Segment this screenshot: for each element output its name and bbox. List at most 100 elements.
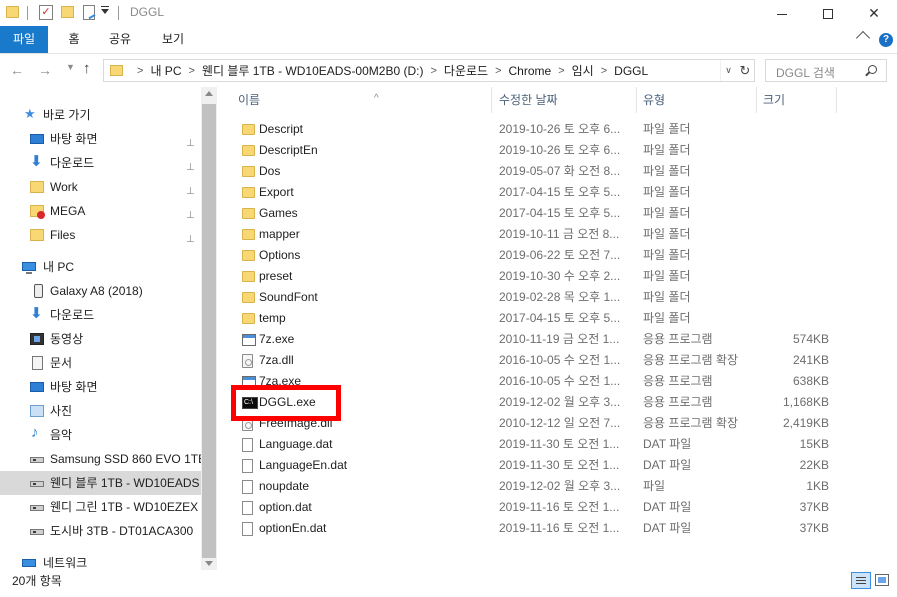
tab-share[interactable]: 공유 — [104, 26, 136, 53]
customize-toolbar-icon[interactable] — [101, 6, 109, 14]
sidebar-item-pictures[interactable]: 사진 — [0, 399, 201, 423]
sidebar-item-label: 다운로드 — [50, 308, 95, 322]
sidebar-item-network[interactable]: 네트워크 — [0, 551, 201, 570]
search-icon[interactable] — [868, 65, 877, 74]
sidebar-item-label: 음악 — [50, 428, 73, 442]
application-icon — [242, 376, 256, 388]
search-input[interactable]: DGGL 검색 — [765, 59, 887, 82]
file-row[interactable]: option.dat 2019-11-16 토 오전 1... DAT 파일 37KB — [217, 497, 897, 518]
scroll-down-icon[interactable] — [205, 561, 213, 566]
expand-ribbon-icon[interactable] — [855, 30, 871, 46]
pin-icon[interactable]: ⊥ — [186, 156, 195, 173]
file-row[interactable]: Games 2017-04-15 토 오후 5... 파일 폴더 — [217, 203, 897, 224]
sidebar-item-label: 문서 — [50, 356, 73, 370]
sidebar-item-videos[interactable]: 동영상 — [0, 327, 201, 351]
breadcrumb-downloads[interactable]: 다운로드 — [444, 62, 488, 79]
file-row[interactable]: mapper 2019-10-11 금 오전 8... 파일 폴더 — [217, 224, 897, 245]
file-row[interactable]: SoundFont 2019-02-28 목 오후 1... 파일 폴더 — [217, 287, 897, 308]
file-row[interactable]: FreeImage.dll 2010-12-12 일 오전 7... 응용 프로그램… — [217, 413, 897, 434]
file-row[interactable]: Options 2019-06-22 토 오전 7... 파일 폴더 — [217, 245, 897, 266]
minimize-button[interactable] — [759, 0, 805, 26]
refresh-button[interactable]: ↻ — [736, 60, 754, 81]
column-header-date[interactable]: 수정한 날짜 — [495, 87, 637, 113]
scroll-up-icon[interactable] — [205, 91, 213, 96]
file-row[interactable]: LanguageEn.dat 2019-11-30 토 오전 1... DAT 파일… — [217, 455, 897, 476]
sidebar-scrollbar[interactable] — [201, 87, 217, 570]
forward-button[interactable]: → — [38, 61, 52, 79]
rename-icon[interactable] — [83, 5, 95, 20]
file-size: 638KB — [792, 374, 829, 388]
new-folder-icon[interactable] — [61, 6, 74, 18]
breadcrumb-drive-d[interactable]: 웬디 블루 1TB - WD10EADS-00M2B0 (D:) — [202, 62, 424, 79]
file-row[interactable]: C:\ DGGL.exe 2019-12-02 월 오후 3... 응용 프로그램 1,… — [217, 392, 897, 413]
sidebar-item-downloads[interactable]: ⬇ 다운로드 ⊥ — [0, 151, 201, 175]
address-dropdown-button[interactable]: ∨ — [720, 60, 736, 81]
breadcrumb-dggl[interactable]: DGGL — [614, 64, 648, 78]
recent-locations-button[interactable]: ▼ — [66, 58, 75, 76]
breadcrumb-separator[interactable]: > — [558, 65, 564, 77]
close-button[interactable]: ✕ — [851, 0, 897, 26]
pin-icon[interactable]: ⊥ — [186, 132, 195, 149]
properties-icon[interactable]: ✓ — [39, 5, 53, 20]
file-row[interactable]: optionEn.dat 2019-11-16 토 오전 1... DAT 파일 37… — [217, 518, 897, 539]
breadcrumb-temp[interactable]: 임시 — [572, 62, 594, 79]
sidebar-item-toshiba[interactable]: 도시바 3TB - DT01ACA300 — [0, 519, 201, 543]
large-icons-view-icon[interactable] — [875, 574, 889, 586]
pin-icon[interactable]: ⊥ — [186, 204, 195, 221]
breadcrumb-this-pc[interactable]: 내 PC — [150, 62, 181, 79]
file-name: Language.dat — [259, 437, 333, 451]
sidebar-item-work[interactable]: Work ⊥ — [0, 175, 201, 199]
breadcrumb-separator[interactable]: > — [430, 65, 436, 77]
tab-view[interactable]: 보기 — [152, 26, 194, 53]
pin-icon[interactable]: ⊥ — [186, 228, 195, 245]
file-row[interactable]: Descript 2019-10-26 토 오후 6... 파일 폴더 — [217, 119, 897, 140]
file-type: DAT 파일 — [643, 437, 692, 451]
column-header-name[interactable]: 이름 ^ — [234, 87, 492, 113]
up-button[interactable]: ↑ — [83, 60, 91, 78]
breadcrumb-chrome[interactable]: Chrome — [509, 64, 552, 78]
file-row[interactable]: Export 2017-04-15 토 오후 5... 파일 폴더 — [217, 182, 897, 203]
sidebar-item-mega[interactable]: MEGA ⊥ — [0, 199, 201, 223]
sidebar-item-music[interactable]: ♪ 음악 — [0, 423, 201, 447]
file-row[interactable]: Language.dat 2019-11-30 토 오전 1... DAT 파일 15… — [217, 434, 897, 455]
window-title: DGGL — [130, 5, 165, 19]
sidebar-item-quick-access[interactable]: ★ 바로 가기 — [0, 103, 201, 127]
scrollbar-thumb[interactable] — [202, 104, 216, 558]
column-header-type[interactable]: 유형 — [639, 87, 757, 113]
address-bar[interactable]: > 내 PC > 웬디 블루 1TB - WD10EADS-00M2B0 (D:… — [103, 59, 755, 82]
maximize-button[interactable] — [805, 0, 851, 26]
sidebar-item-samsung-ssd[interactable]: Samsung SSD 860 EVO 1TB — [0, 447, 201, 471]
back-button[interactable]: ← — [10, 61, 24, 79]
file-row[interactable]: 7z.exe 2010-11-19 금 오전 1... 응용 프로그램 574KB — [217, 329, 897, 350]
file-row[interactable]: temp 2017-04-15 토 오후 5... 파일 폴더 — [217, 308, 897, 329]
file-icon — [242, 438, 253, 452]
sidebar-item-pc-desktop[interactable]: 바탕 화면 — [0, 375, 201, 399]
sidebar-item-documents[interactable]: 문서 — [0, 351, 201, 375]
sidebar-item-wd-green[interactable]: 웬디 그린 1TB - WD10EZEX — [0, 495, 201, 519]
file-row[interactable]: DescriptEn 2019-10-26 토 오후 6... 파일 폴더 — [217, 140, 897, 161]
sidebar-item-pc-downloads[interactable]: ⬇ 다운로드 — [0, 303, 201, 327]
tab-home[interactable]: 홈 — [60, 26, 88, 53]
breadcrumb-separator[interactable]: > — [495, 65, 501, 77]
file-row[interactable]: Dos 2019-05-07 화 오전 8... 파일 폴더 — [217, 161, 897, 182]
sidebar-item-desktop[interactable]: 바탕 화면 ⊥ — [0, 127, 201, 151]
help-icon[interactable]: ? — [879, 33, 893, 47]
details-view-icon[interactable] — [851, 572, 871, 589]
breadcrumb-separator[interactable]: > — [137, 65, 143, 77]
file-icon — [242, 501, 253, 515]
tab-file[interactable]: 파일 — [0, 26, 48, 53]
drive-icon — [30, 481, 44, 487]
pin-icon[interactable]: ⊥ — [186, 180, 195, 197]
file-name: Options — [259, 248, 301, 262]
breadcrumb-separator[interactable]: > — [601, 65, 607, 77]
sidebar-item-files[interactable]: Files ⊥ — [0, 223, 201, 247]
breadcrumb-separator[interactable]: > — [188, 65, 194, 77]
file-row[interactable]: noupdate 2019-12-02 월 오후 3... 파일 1KB — [217, 476, 897, 497]
column-header-size[interactable]: 크기 — [759, 87, 837, 113]
sidebar-item-wd-blue[interactable]: 웬디 블루 1TB - WD10EADS — [0, 471, 201, 495]
file-row[interactable]: preset 2019-10-30 수 오후 2... 파일 폴더 — [217, 266, 897, 287]
file-row[interactable]: 7za.dll 2016-10-05 수 오전 1... 응용 프로그램 확장 241… — [217, 350, 897, 371]
sidebar-item-galaxy[interactable]: Galaxy A8 (2018) — [0, 279, 201, 303]
file-row[interactable]: 7za.exe 2016-10-05 수 오전 1... 응용 프로그램 638KB — [217, 371, 897, 392]
sidebar-item-this-pc[interactable]: 내 PC — [0, 255, 201, 279]
